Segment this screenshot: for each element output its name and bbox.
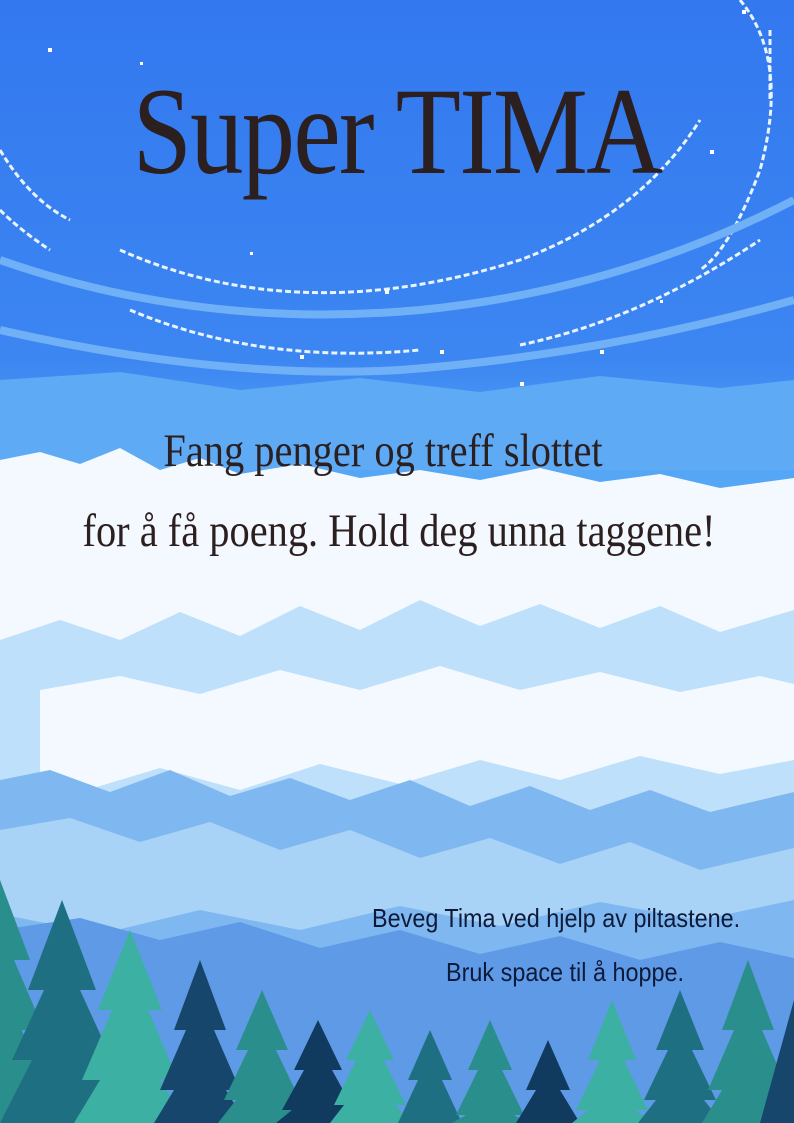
instruction-line-2: Bruk space til å hoppe. <box>446 957 685 987</box>
instruction-line-1: Beveg Tima ved hjelp av piltastene. <box>372 903 741 933</box>
subtitle-line-2: for å få poeng. Hold deg unna taggene! <box>82 505 716 557</box>
subtitle-line-1: Fang penger og treff slottet <box>163 425 603 477</box>
game-title: Super TIMA <box>132 63 664 200</box>
